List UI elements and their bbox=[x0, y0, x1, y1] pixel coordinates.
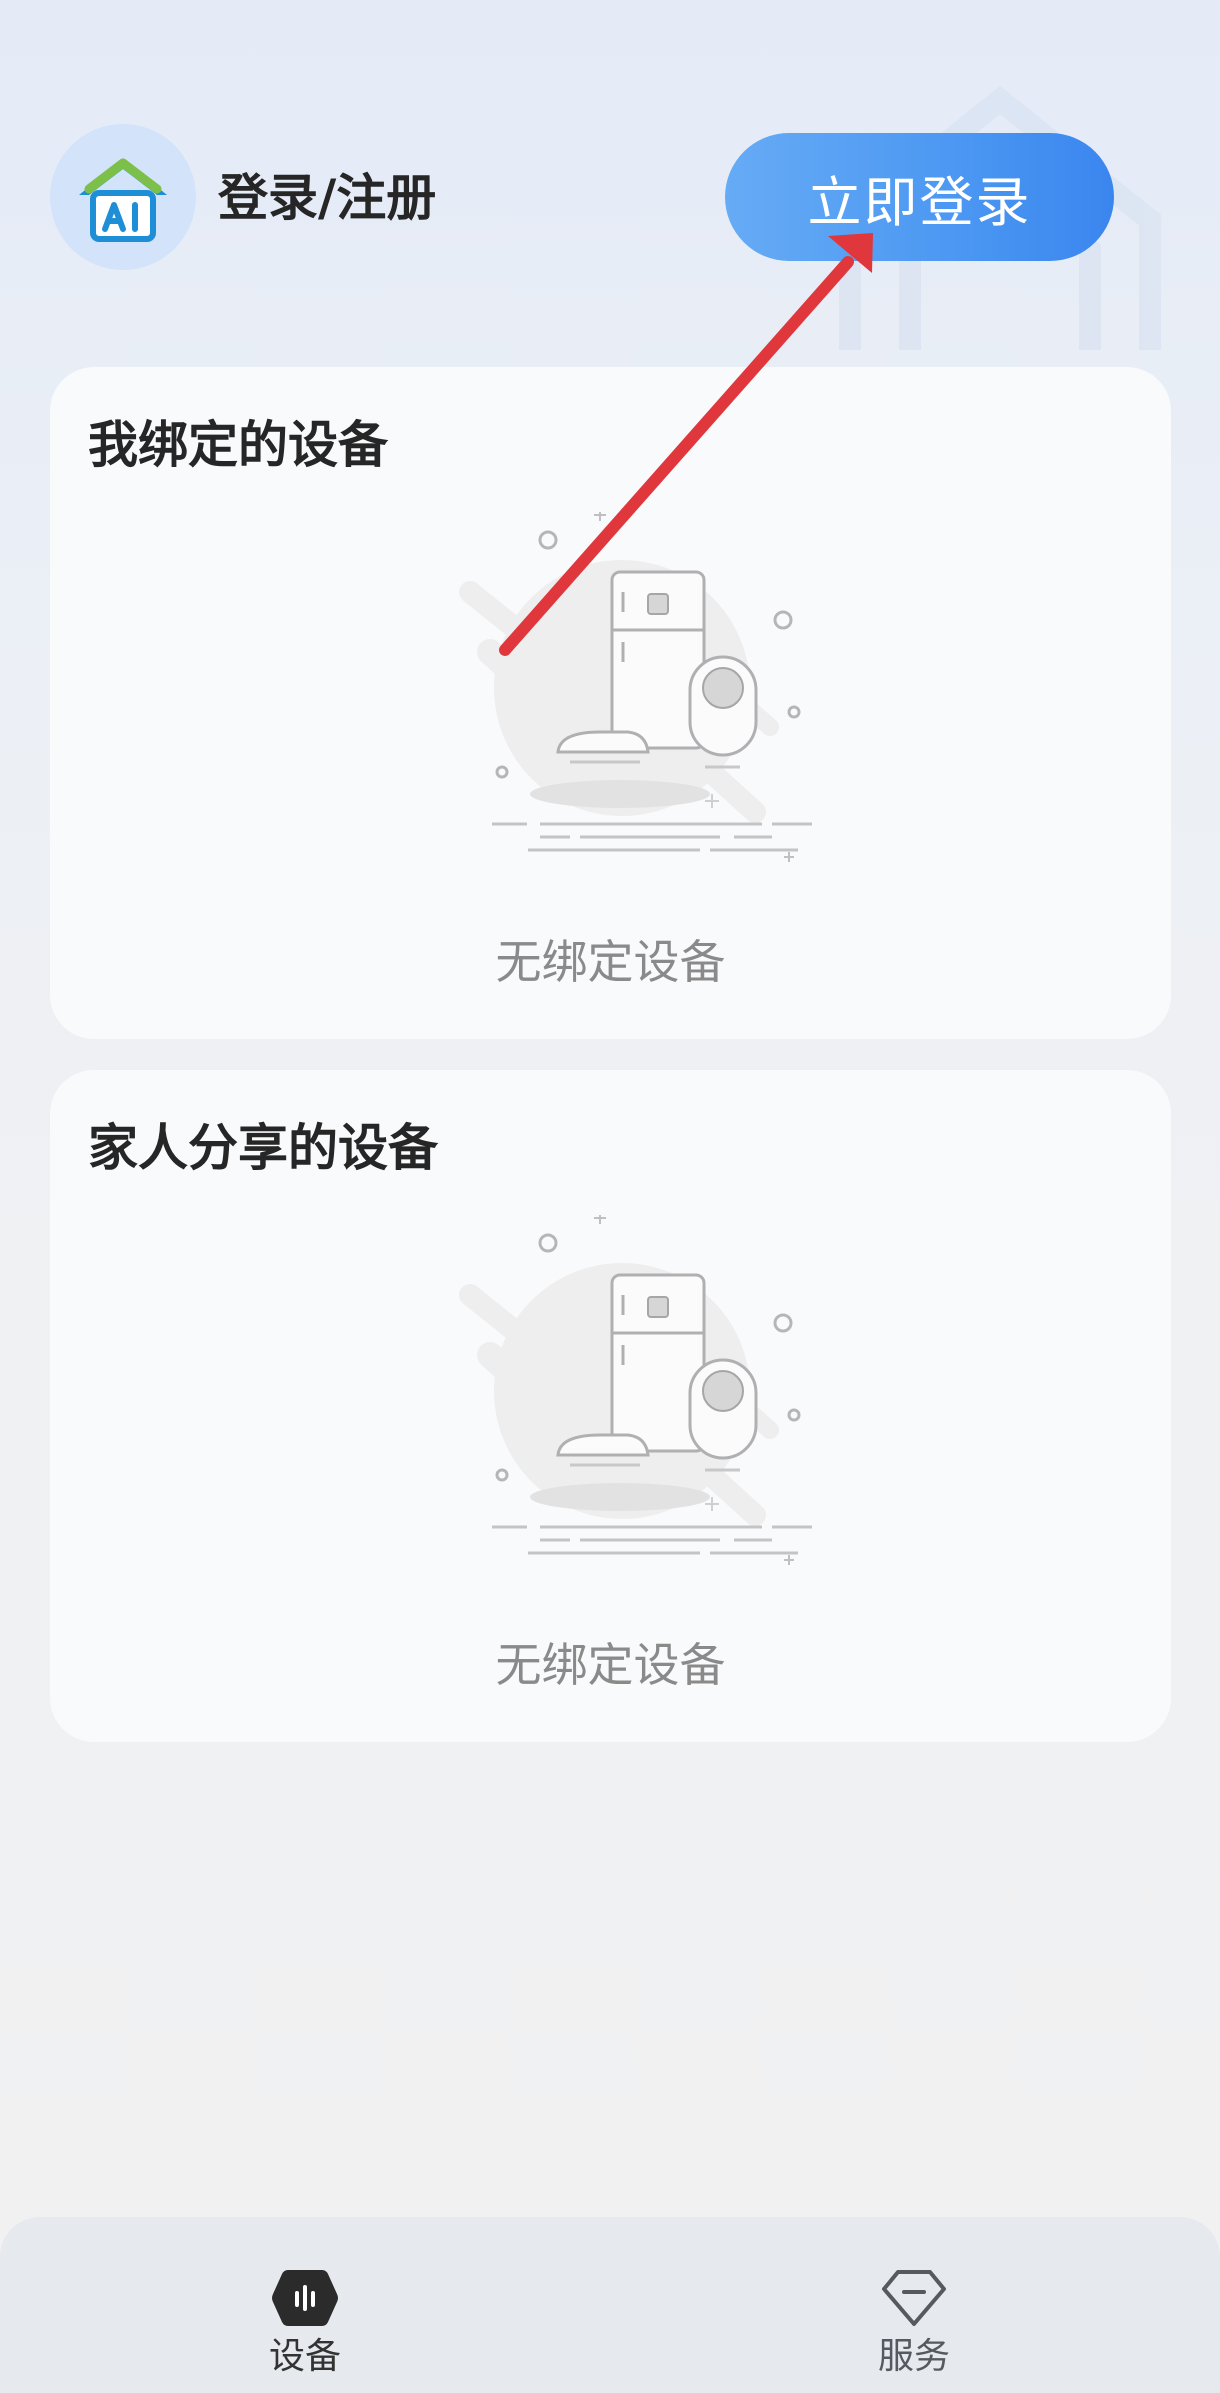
empty-state-text: 无绑定设备 bbox=[495, 1638, 726, 1692]
nav-label: 服务 bbox=[877, 2336, 950, 2377]
ai-home-logo-icon bbox=[79, 158, 167, 242]
empty-devices-illustration bbox=[459, 1215, 812, 1565]
empty-devices-illustration bbox=[459, 512, 812, 862]
family-shared-devices-section: 家人分享的设备 无绑定设备 bbox=[50, 1070, 1171, 1742]
section-title: 家人分享的设备 bbox=[88, 1119, 438, 1177]
avatar[interactable] bbox=[50, 124, 196, 270]
diamond-icon bbox=[882, 2270, 946, 2326]
my-devices-section: 我绑定的设备 无绑定设备 bbox=[50, 367, 1171, 1039]
empty-state-text: 无绑定设备 bbox=[495, 935, 726, 989]
device-hex-icon bbox=[272, 2270, 338, 2326]
login-register-link[interactable]: 登录/注册 bbox=[218, 166, 436, 230]
nav-tab-devices[interactable]: 设备 bbox=[155, 2217, 455, 2393]
nav-label: 设备 bbox=[268, 2336, 341, 2377]
nav-tab-services[interactable]: 服务 bbox=[764, 2217, 1064, 2393]
bottom-navigation: 设备 服务 bbox=[0, 2217, 1220, 2393]
login-now-button[interactable]: 立即登录 bbox=[725, 133, 1114, 261]
header: 登录/注册 立即登录 bbox=[0, 0, 1220, 360]
section-title: 我绑定的设备 bbox=[88, 416, 388, 474]
